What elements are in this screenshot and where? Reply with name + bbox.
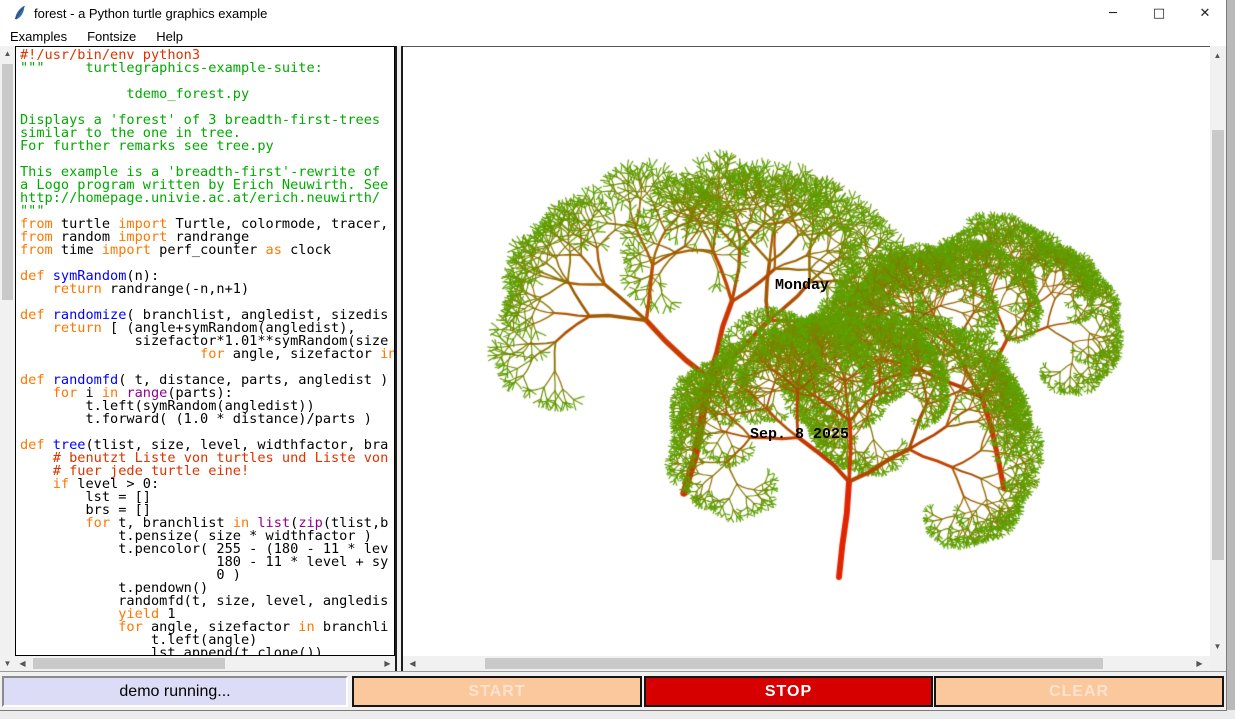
titlebar: forest - a Python turtle graphics exampl… [0, 0, 1226, 26]
scroll-left-icon[interactable]: ◀ [15, 656, 30, 671]
code-line: for angle, sizefactor in [20, 348, 394, 361]
close-button[interactable]: ✕ [1196, 4, 1214, 22]
stop-button[interactable]: STOP [644, 676, 933, 707]
editor-vscrollbar[interactable]: ▲ ▼ [0, 46, 15, 671]
scroll-down-icon[interactable]: ▼ [0, 656, 15, 671]
code-editor[interactable]: #!/usr/bin/env python3""" turtlegraphics… [15, 46, 395, 656]
scroll-left-icon[interactable]: ◀ [405, 656, 420, 671]
feather-icon [12, 5, 28, 21]
turtle-canvas[interactable] [403, 47, 1210, 656]
desktop-edge-right [1227, 0, 1235, 710]
code-line: t.forward( (1.0 * distance)/parts ) [20, 413, 394, 426]
canvas-hscrollbar[interactable]: ◀ ▶ [403, 656, 1210, 671]
window-title: forest - a Python turtle graphics exampl… [34, 6, 267, 21]
editor-hscrollbar[interactable]: ◀ ▶ [15, 656, 395, 671]
code-line: """ turtlegraphics-example-suite: [20, 62, 394, 75]
canvas-label-date: Sep. 8 2025 [750, 426, 849, 443]
status-message: demo running... [2, 676, 348, 707]
canvas-vscrollbar[interactable]: ▲ ▼ [1210, 46, 1226, 656]
menu-item-fontsize[interactable]: Fontsize [77, 26, 146, 46]
scroll-right-icon[interactable]: ▶ [1192, 656, 1207, 671]
window-controls: ─ □ ✕ [1104, 0, 1214, 26]
canvas-hscroll-thumb[interactable] [485, 658, 1103, 669]
desktop-edge-bottom [0, 711, 1235, 719]
statusbar: demo running... START STOP CLEAR [0, 671, 1226, 710]
editor-vscroll-thumb[interactable] [2, 64, 13, 300]
canvas-vscroll-thumb[interactable] [1212, 130, 1224, 560]
turtle-canvas-pane[interactable]: Monday Sep. 8 2025 [403, 46, 1210, 656]
main-area: ▲ ▼ #!/usr/bin/env python3""" turtlegrap… [0, 46, 1226, 671]
menu-item-help[interactable]: Help [146, 26, 193, 46]
app-window: forest - a Python turtle graphics exampl… [0, 0, 1226, 710]
start-button[interactable]: START [352, 676, 642, 707]
editor-hscroll-thumb[interactable] [33, 658, 225, 669]
menu-item-examples[interactable]: Examples [0, 26, 77, 46]
code-line: For further remarks see tree.py [20, 140, 394, 153]
pane-divider [395, 46, 403, 671]
scroll-up-icon[interactable]: ▲ [1210, 48, 1225, 63]
scroll-down-icon[interactable]: ▼ [1210, 639, 1225, 654]
code-lines: #!/usr/bin/env python3""" turtlegraphics… [20, 49, 394, 656]
minimize-button[interactable]: ─ [1104, 4, 1122, 22]
code-line: return randrange(-n,n+1) [20, 283, 394, 296]
code-line: lst.append(t.clone()) [20, 647, 394, 656]
canvas-label-monday: Monday [775, 277, 829, 294]
maximize-button[interactable]: □ [1150, 4, 1168, 22]
code-line: tdemo_forest.py [20, 88, 394, 101]
scroll-up-icon[interactable]: ▲ [0, 46, 15, 61]
clear-button[interactable]: CLEAR [934, 676, 1224, 707]
menubar: Examples Fontsize Help [0, 26, 1226, 47]
code-line: http://homepage.univie.ac.at/erich.neuwi… [20, 192, 394, 205]
scroll-right-icon[interactable]: ▶ [380, 656, 395, 671]
code-line: from time import perf_counter as clock [20, 244, 394, 257]
